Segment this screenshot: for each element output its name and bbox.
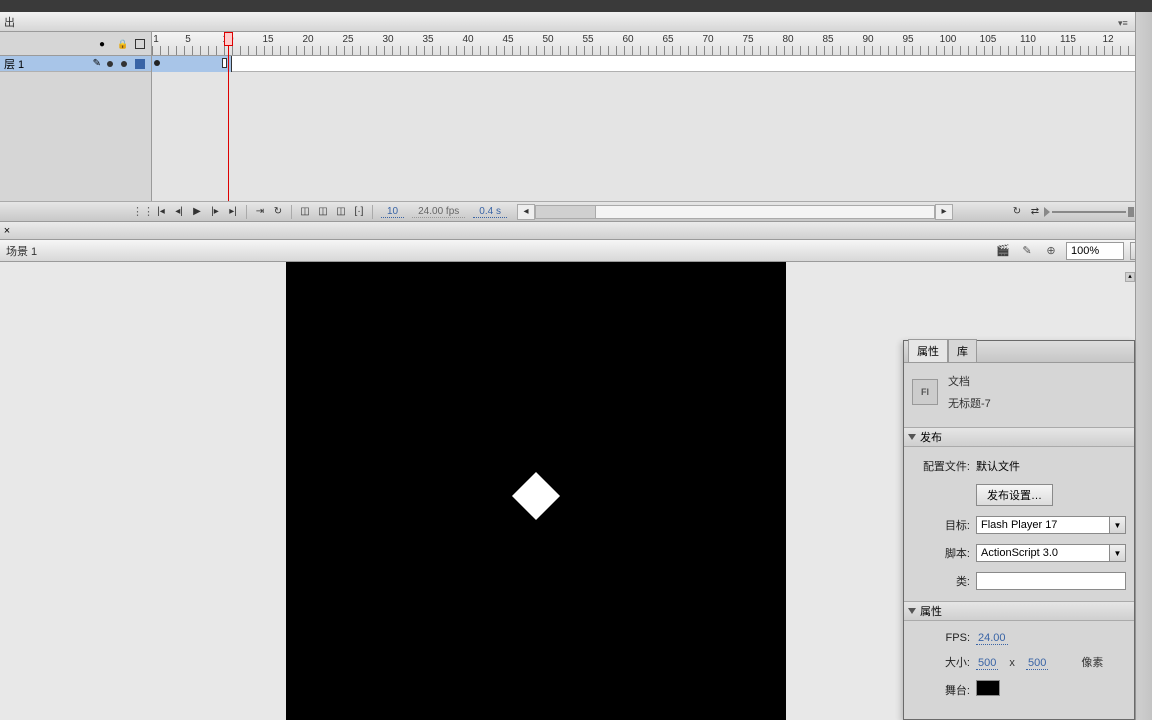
stage-color-label: 舞台: [912,682,976,698]
size-label: 大小: [912,654,976,670]
document-icon: Fl [912,379,938,405]
scroll-up-button[interactable]: ▴ [1125,272,1135,282]
timeline-footer: ⋮⋮ |◂ ◂| ▶ |▸ ▸| ⇥ ↻ ◫ ◫ ◫ [·] 10 24.00 … [0,201,1152,221]
scene-label[interactable]: 场景 1 [6,243,994,259]
timeline-panel: 层 1 ✎ 1510152025303540455055606570758085… [0,32,1152,222]
tab-library[interactable]: 库 [948,339,977,362]
loop-button[interactable]: ↻ [269,204,287,220]
target-value: Flash Player 17 [976,516,1110,534]
right-panel-strip[interactable] [1135,12,1152,720]
frame-track[interactable] [152,56,1152,72]
chevron-down-icon[interactable]: ▼ [1110,516,1126,534]
fps-value[interactable]: 24.00 [976,632,1008,645]
zoom-slider[interactable] [1044,207,1134,217]
section-publish-header[interactable]: 发布 [904,427,1134,447]
menu-item[interactable]: 出 [4,14,15,30]
fps-label: FPS: [912,632,976,644]
edit-scene-icon[interactable]: 🎬 [994,243,1012,259]
current-frame-display[interactable]: 10 [381,206,404,218]
scrollbar-thumb[interactable] [536,206,596,218]
layer-label: 层 1 [4,56,24,72]
section-props-label: 属性 [920,603,942,619]
layer-column: 层 1 ✎ [0,32,152,201]
section-props-header[interactable]: 属性 [904,601,1134,621]
keyframe-end-icon[interactable] [222,58,227,68]
script-label: 脚本: [912,545,976,561]
document-tab-row: × [0,222,1152,240]
zoom-value: 100% [1071,245,1099,257]
x-separator: x [1001,657,1023,669]
outline-icon[interactable] [135,39,145,49]
menubar[interactable]: 出 ▾≡ [0,12,1152,32]
refresh-icon[interactable]: ↻ [1008,204,1026,220]
app-titlebar [0,0,1152,12]
next-frame-button[interactable]: |▸ [206,204,224,220]
onion-skin-button[interactable]: ◫ [296,204,314,220]
tab-properties[interactable]: 属性 [908,339,948,362]
target-label: 目标: [912,517,976,533]
stage-color-swatch[interactable] [976,680,1000,696]
zoom-select[interactable]: 100% [1066,242,1124,260]
target-select[interactable]: Flash Player 17 ▼ [976,516,1126,534]
properties-panel: 属性 库 Fl 文档 无标题-7 发布 配置文件: 默认文件 发布设置… 目标:… [903,340,1135,720]
publish-settings-button[interactable]: 发布设置… [976,484,1053,506]
modify-markers-button[interactable]: [·] [350,204,368,220]
time-display: 0.4 s [473,206,507,218]
resize-grip-icon[interactable]: ⋮⋮ [132,205,152,218]
color-swatch-icon [135,59,145,69]
doc-name: 无标题-7 [948,395,991,411]
fps-display[interactable]: 24.00 fps [412,206,465,218]
scroll-right-button[interactable]: ▸ [935,204,953,220]
keyframe-icon[interactable] [154,60,160,66]
class-label: 类: [912,573,976,589]
scroll-left-button[interactable]: ◂ [517,204,535,220]
timeline-scrollbar[interactable] [535,205,935,219]
playhead[interactable] [228,32,229,201]
pencil-icon: ✎ [93,58,101,69]
chevron-down-icon [908,608,916,614]
collapse-icon[interactable]: ▾≡ [1118,18,1134,30]
frame-span[interactable] [152,56,232,72]
last-frame-button[interactable]: ▸| [224,204,242,220]
doc-type-label: 文档 [948,373,991,389]
center-stage-icon[interactable]: ⊕ [1042,243,1060,259]
height-value[interactable]: 500 [1026,657,1048,670]
layer-header [0,32,151,56]
dot-icon [121,61,127,67]
onion-skin-outline-button[interactable]: ◫ [314,204,332,220]
chevron-down-icon [908,434,916,440]
section-publish-label: 发布 [920,429,942,445]
first-frame-button[interactable]: |◂ [152,204,170,220]
layer-row[interactable]: 层 1 ✎ [0,56,151,72]
edit-multiple-button[interactable]: ◫ [332,204,350,220]
class-input[interactable] [976,572,1126,590]
chevron-down-icon[interactable]: ▼ [1110,544,1126,562]
prev-frame-button[interactable]: ◂| [170,204,188,220]
link-icon[interactable]: ⇄ [1026,204,1044,220]
pixel-unit: 像素 [1051,657,1103,669]
profile-label: 配置文件: [912,458,976,474]
close-tab-button[interactable]: × [0,225,14,237]
play-button[interactable]: ▶ [188,204,206,220]
scene-bar: 场景 1 🎬 ✎ ⊕ 100% ▼ [0,240,1152,262]
playhead-marker-icon[interactable] [224,32,233,46]
script-value: ActionScript 3.0 [976,544,1110,562]
width-value[interactable]: 500 [976,657,998,670]
panel-tabs: 属性 库 [904,341,1134,363]
edit-symbol-icon[interactable]: ✎ [1018,243,1036,259]
center-frame-button[interactable]: ⇥ [251,204,269,220]
lock-icon[interactable] [117,38,129,50]
frames-area[interactable]: 1510152025303540455055606570758085909510… [152,32,1152,201]
visibility-icon[interactable] [99,38,111,50]
dot-icon [107,61,113,67]
profile-value: 默认文件 [976,458,1126,474]
timeline-ruler[interactable]: 1510152025303540455055606570758085909510… [152,32,1152,56]
script-select[interactable]: ActionScript 3.0 ▼ [976,544,1126,562]
